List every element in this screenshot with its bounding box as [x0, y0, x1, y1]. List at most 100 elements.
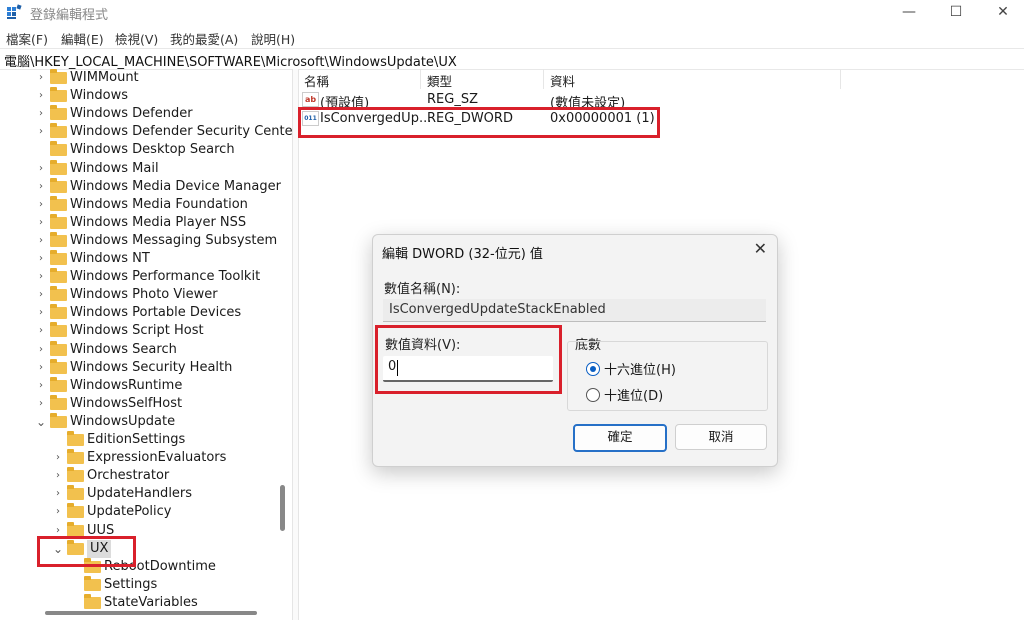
menu-favorites[interactable]: 我的最愛(A) — [170, 29, 238, 48]
folder-icon — [67, 449, 84, 465]
address-bar[interactable]: 電腦\HKEY_LOCAL_MACHINE\SOFTWARE\Microsoft… — [0, 48, 1024, 70]
tree-item-label: Windows Photo Viewer — [70, 287, 218, 303]
hex-label[interactable]: 十六進位(H) — [604, 359, 676, 378]
column-data[interactable]: 資料 — [550, 71, 575, 90]
ux-key-highlight — [37, 536, 136, 567]
registry-editor-icon — [6, 4, 22, 20]
tree-item-label: UpdateHandlers — [87, 486, 193, 502]
chevron-right-icon[interactable]: › — [36, 160, 46, 178]
chevron-right-icon[interactable]: › — [36, 87, 46, 105]
folder-icon — [67, 521, 84, 537]
column-name[interactable]: 名稱 — [304, 71, 329, 90]
column-separator[interactable] — [840, 69, 841, 89]
tree-item-label: Windows Media Device Manager — [70, 178, 281, 194]
menu-view[interactable]: 檢視(V) — [115, 29, 158, 48]
chevron-right-icon[interactable]: › — [36, 214, 46, 232]
title-bar: 登錄編輯程式 — ☐ ✕ — [0, 0, 1024, 24]
folder-icon — [50, 69, 67, 84]
decimal-radio[interactable] — [586, 388, 600, 402]
tree-item-label: Windows Media Player NSS — [70, 214, 247, 230]
menu-help[interactable]: 說明(H) — [251, 29, 295, 48]
chevron-right-icon[interactable]: › — [36, 341, 46, 359]
tree-item-label: Windows Defender Security Center — [70, 124, 292, 140]
folder-icon — [67, 485, 84, 501]
folder-icon — [50, 123, 67, 139]
folder-icon — [50, 177, 67, 193]
chevron-right-icon[interactable]: › — [53, 503, 63, 521]
chevron-right-icon[interactable]: › — [53, 485, 63, 503]
tree-horizontal-scrollbar[interactable] — [45, 611, 257, 615]
tree-item-label: Windows Desktop Search — [70, 142, 235, 158]
tree-item-label: Windows NT — [70, 251, 150, 266]
tree-vertical-scrollbar[interactable] — [280, 485, 285, 531]
chevron-right-icon[interactable]: › — [36, 123, 46, 141]
maximize-button[interactable]: ☐ — [933, 0, 979, 24]
chevron-down-icon[interactable]: ⌄ — [36, 413, 46, 431]
chevron-right-icon[interactable]: › — [36, 232, 46, 250]
decimal-label[interactable]: 十進位(D) — [604, 385, 663, 404]
cancel-button[interactable]: 取消 — [675, 424, 767, 450]
folder-icon — [67, 503, 84, 519]
value-name-field: IsConvergedUpdateStackEnabled — [383, 299, 766, 322]
tree-item-label: Windows Defender — [70, 106, 193, 122]
dialog-title: 編輯 DWORD (32-位元) 值 — [382, 247, 543, 262]
tree-item-label: Windows Performance Toolkit — [70, 269, 261, 285]
tree-item-label: Orchestrator — [87, 468, 170, 484]
tree-item-label: EditionSettings — [87, 432, 186, 447]
edit-dword-dialog: 編輯 DWORD (32-位元) 值 ✕ 數值名稱(N): IsConverge… — [372, 234, 778, 467]
chevron-right-icon[interactable]: › — [36, 359, 46, 377]
column-separator[interactable] — [420, 69, 421, 89]
folder-icon — [50, 231, 67, 247]
folder-icon — [50, 304, 67, 320]
chevron-right-icon[interactable]: › — [36, 377, 46, 395]
folder-icon — [67, 431, 84, 446]
folder-icon — [50, 394, 67, 410]
chevron-right-icon[interactable]: › — [36, 250, 46, 268]
chevron-right-icon[interactable]: › — [36, 304, 46, 322]
column-separator[interactable] — [543, 69, 544, 89]
menu-file[interactable]: 檔案(F) — [6, 29, 48, 48]
tree-item-label: Windows Messaging Subsystem — [70, 232, 278, 248]
ok-button[interactable]: 確定 — [573, 424, 667, 452]
tree-item-label: UpdatePolicy — [87, 504, 172, 520]
chevron-right-icon[interactable]: › — [53, 467, 63, 485]
column-type[interactable]: 類型 — [427, 71, 452, 90]
folder-icon — [50, 412, 67, 428]
folder-icon — [50, 87, 67, 103]
tree-item-label: Settings — [104, 576, 158, 592]
folder-icon — [84, 575, 101, 591]
menu-edit[interactable]: 編輯(E) — [61, 29, 104, 48]
close-button[interactable]: ✕ — [980, 0, 1024, 24]
dialog-close-icon[interactable]: ✕ — [754, 239, 767, 258]
chevron-right-icon[interactable]: › — [36, 395, 46, 413]
tree-item-label: WindowsSelfHost — [70, 395, 183, 411]
folder-icon — [50, 286, 67, 302]
tree-item-label: ExpressionEvaluators — [87, 450, 227, 466]
tree-item-label: WindowsUpdate — [70, 413, 176, 429]
tree-item-label: StateVariables — [104, 594, 198, 610]
folder-icon — [50, 159, 67, 175]
folder-icon — [84, 593, 101, 609]
folder-icon — [50, 195, 67, 211]
tree-item-label: Windows Script Host — [70, 323, 204, 339]
tree-item-label: Windows — [70, 88, 129, 104]
window-title: 登錄編輯程式 — [30, 8, 109, 23]
menu-bar: 檔案(F) 編輯(E) 檢視(V) 我的最愛(A) 說明(H) — [0, 27, 1024, 47]
chevron-right-icon[interactable]: › — [36, 105, 46, 123]
folder-icon — [50, 358, 67, 374]
address-path: 電腦\HKEY_LOCAL_MACHINE\SOFTWARE\Microsoft… — [4, 55, 457, 70]
chevron-right-icon[interactable]: › — [36, 69, 46, 87]
chevron-right-icon[interactable]: › — [36, 268, 46, 286]
tree-item-label: Windows Media Foundation — [70, 196, 248, 212]
chevron-right-icon[interactable]: › — [36, 322, 46, 340]
minimize-button[interactable]: — — [886, 0, 932, 24]
folder-icon — [50, 250, 67, 265]
tree-item-label: Windows Portable Devices — [70, 305, 242, 321]
folder-icon — [50, 376, 67, 392]
tree-item-label: Windows Search — [70, 341, 177, 357]
hex-radio[interactable] — [586, 362, 600, 376]
chevron-right-icon[interactable]: › — [36, 196, 46, 214]
chevron-right-icon[interactable]: › — [36, 178, 46, 196]
chevron-right-icon[interactable]: › — [53, 449, 63, 467]
chevron-right-icon[interactable]: › — [36, 286, 46, 304]
